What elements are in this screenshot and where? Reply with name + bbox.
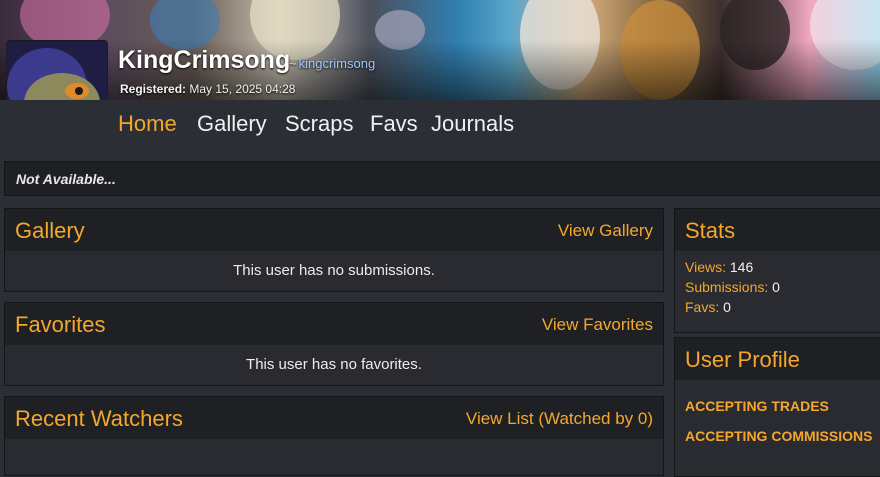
user-profile-title: User Profile bbox=[685, 347, 800, 372]
view-favorites-link[interactable]: View Favorites bbox=[542, 315, 653, 335]
gallery-header: Gallery View Gallery bbox=[5, 209, 663, 251]
stat-views: Views: 146 bbox=[685, 257, 780, 277]
stat-submissions: Submissions: 0 bbox=[685, 277, 780, 297]
stats-body: Views: 146 Submissions: 0 Favs: 0 bbox=[675, 251, 880, 332]
gallery-body: This user has no submissions. bbox=[5, 251, 663, 291]
view-gallery-link[interactable]: View Gallery bbox=[558, 221, 653, 241]
status-bar: Not Available... bbox=[4, 161, 880, 196]
registered-date: Registered: May 15, 2025 04:28 bbox=[120, 82, 295, 96]
user-profile-body: ACCEPTING TRADES ACCEPTING COMMISSIONS bbox=[675, 380, 880, 476]
watchers-title: Recent Watchers bbox=[15, 406, 183, 431]
gallery-title: Gallery bbox=[15, 218, 85, 243]
registered-value: May 15, 2025 04:28 bbox=[189, 82, 296, 96]
stat-submissions-value: 0 bbox=[772, 279, 780, 295]
nav-scraps[interactable]: Scraps bbox=[285, 111, 353, 137]
profile-nav: Home Gallery Scraps Favs Journals bbox=[0, 100, 880, 148]
user-profile-panel: User Profile ACCEPTING TRADES ACCEPTING … bbox=[674, 337, 880, 477]
watchers-body bbox=[5, 439, 663, 475]
watchers-header: Recent Watchers View List (Watched by 0) bbox=[5, 397, 663, 439]
registered-label: Registered: bbox=[120, 82, 187, 96]
watchers-panel: Recent Watchers View List (Watched by 0) bbox=[4, 396, 664, 476]
profile-display-name: KingCrimsong bbox=[118, 46, 291, 74]
gallery-panel: Gallery View Gallery This user has no su… bbox=[4, 208, 664, 292]
view-watchers-link[interactable]: View List (Watched by 0) bbox=[466, 409, 653, 429]
stats-header: Stats bbox=[675, 209, 880, 251]
accepting-trades-tag: ACCEPTING TRADES bbox=[685, 398, 829, 414]
favorites-title: Favorites bbox=[15, 312, 106, 337]
accepting-commissions-tag: ACCEPTING COMMISSIONS bbox=[685, 428, 873, 444]
user-profile-header: User Profile bbox=[675, 338, 880, 380]
stat-favs-value: 0 bbox=[723, 299, 731, 315]
stat-views-value: 146 bbox=[729, 259, 754, 275]
profile-handle[interactable]: ~ kingcrimsong bbox=[289, 56, 375, 71]
stat-favs: Favs: 0 bbox=[685, 297, 780, 317]
stats-panel: Stats Views: 146 Submissions: 0 Favs: 0 bbox=[674, 208, 880, 333]
stat-favs-label: Favs: bbox=[685, 299, 720, 315]
stats-title: Stats bbox=[685, 218, 736, 243]
favorites-panel: Favorites View Favorites This user has n… bbox=[4, 302, 664, 386]
favorites-empty-message: This user has no favorites. bbox=[246, 356, 422, 373]
nav-gallery[interactable]: Gallery bbox=[197, 111, 267, 137]
nav-favs[interactable]: Favs bbox=[370, 111, 418, 137]
favorites-header: Favorites View Favorites bbox=[5, 303, 663, 345]
gallery-empty-message: This user has no submissions. bbox=[233, 262, 435, 279]
status-text: Not Available... bbox=[16, 171, 116, 187]
handle-text: kingcrimsong bbox=[298, 56, 376, 71]
stat-submissions-label: Submissions: bbox=[685, 279, 769, 295]
stat-views-label: Views: bbox=[685, 259, 726, 275]
favorites-body: This user has no favorites. bbox=[5, 345, 663, 385]
handle-prefix: ~ bbox=[289, 56, 297, 71]
nav-home[interactable]: Home bbox=[118, 111, 177, 137]
stats-list: Views: 146 Submissions: 0 Favs: 0 bbox=[685, 257, 780, 317]
nav-journals[interactable]: Journals bbox=[431, 111, 514, 137]
